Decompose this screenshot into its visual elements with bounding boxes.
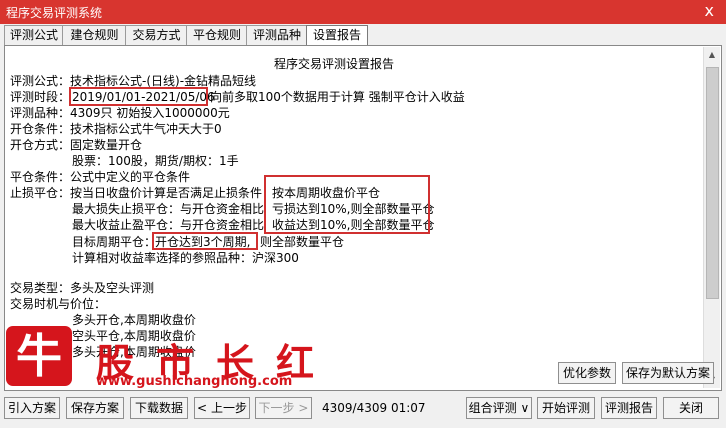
open-quantity-line: 股票：100股，期货/期权：1手 [72, 154, 239, 168]
open-condition-line: 开仓条件：技术指标公式牛气冲天大于0 [10, 122, 222, 136]
tab-settings-report[interactable]: 设置报告 [306, 25, 368, 46]
watermark-logo: 牛 [6, 326, 72, 386]
status-readout: 4309/4309 01:07 [322, 401, 426, 415]
title-bar: 程序交易评测系统 x [0, 0, 726, 24]
report-scrollbar[interactable]: ▲ ▼ [703, 47, 720, 388]
scroll-thumb[interactable] [706, 67, 719, 299]
tab-formula[interactable]: 评测公式 [4, 25, 64, 45]
combo-eval-label: 组合评测 [468, 401, 517, 415]
long-open-line: 多头开仓,本周期收盘价 [72, 313, 196, 327]
scroll-up-icon[interactable]: ▲ [704, 47, 720, 63]
save-as-default-button[interactable]: 保存为默认方案 [622, 362, 714, 384]
next-step-label: 下一步 [258, 401, 295, 415]
start-eval-button[interactable]: 开始评测 [537, 397, 595, 419]
highlight-close-rules-box [264, 175, 430, 234]
tab-variety[interactable]: 评测品种 [246, 25, 308, 45]
chevron-left-icon: < [197, 401, 208, 415]
chevron-down-icon: ∨ [520, 401, 530, 415]
formula-label: 评测公式： [10, 74, 71, 88]
tab-build-rules[interactable]: 建仓规则 [62, 25, 127, 45]
variety-line: 评测品种：4309只 初始投入1000000元 [10, 106, 230, 120]
optimize-params-button[interactable]: 优化参数 [558, 362, 616, 384]
prev-step-button[interactable]: < 上一步 [194, 397, 250, 419]
next-step-button[interactable]: 下一步 > [255, 397, 312, 419]
report-heading: 程序交易评测设置报告 [274, 57, 395, 71]
progress-count: 4309/4309 [322, 401, 388, 415]
trade-time-line: 交易时机与价位： [10, 297, 107, 311]
download-data-button[interactable]: 下载数据 [130, 397, 188, 419]
trade-type-line: 交易类型：多头及空头评测 [10, 281, 155, 295]
tab-close-rules[interactable]: 平仓规则 [186, 25, 248, 45]
period-rest: 向前多取100个数据用于计算 强制平仓计入收益 [210, 90, 465, 104]
max-loss-line: 最大损失止损平仓：与开仓资金相比 [72, 202, 265, 216]
period-label: 评测时段： [10, 90, 71, 104]
watermark-url: www.gushichanghong.com [96, 374, 293, 389]
highlight-target-period-box [152, 232, 258, 250]
elapsed-time: 01:07 [390, 401, 426, 415]
close-condition-line: 平仓条件：公式中定义的平仓条件 [10, 170, 191, 184]
stoploss-line: 止损平仓：按当日收盘价计算是否满足止损条件 [10, 186, 263, 200]
window-title: 程序交易评测系统 [6, 6, 103, 20]
open-method-line: 开仓方式：固定数量开仓 [10, 138, 143, 152]
benchmark-line: 计算相对收益率选择的参照品种：沪深300 [72, 251, 299, 265]
target-period-label: 目标周期平仓： [72, 235, 157, 249]
chevron-right-icon: > [298, 401, 309, 415]
close-button[interactable]: 关闭 [663, 397, 719, 419]
target-period-rest: 则全部数量平仓 [260, 235, 345, 249]
formula-value: 技术指标公式-(日线)-金钻精品短线 [70, 74, 257, 88]
import-scheme-button[interactable]: 引入方案 [4, 397, 60, 419]
highlight-period-box [69, 87, 208, 106]
prev-step-label: 上一步 [210, 401, 247, 415]
tab-trade-method[interactable]: 交易方式 [125, 25, 188, 45]
max-gain-line: 最大收益止盈平仓：与开仓资金相比 [72, 218, 265, 232]
save-scheme-button[interactable]: 保存方案 [66, 397, 124, 419]
combo-eval-button[interactable]: 组合评测 ∨ [466, 397, 532, 419]
eval-report-button[interactable]: 评测报告 [601, 397, 657, 419]
close-window-icon[interactable]: x [705, 1, 714, 20]
